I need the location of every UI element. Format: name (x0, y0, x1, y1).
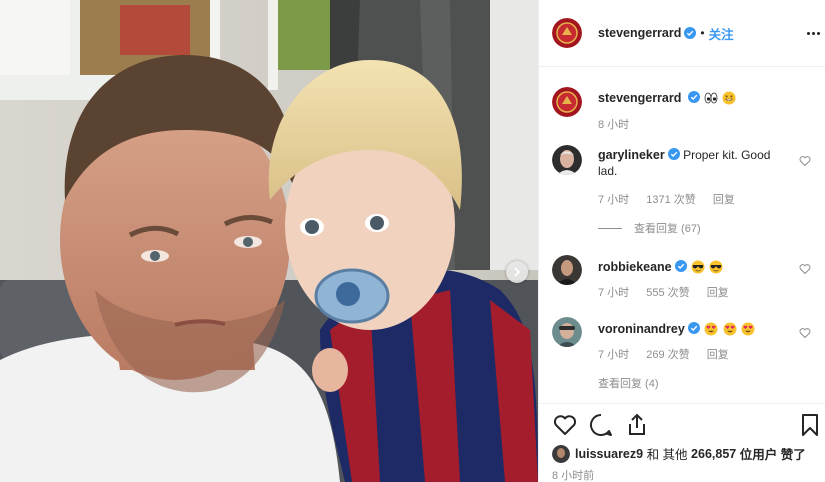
avatar-image (552, 145, 582, 175)
view-replies-button[interactable]: 查看回复 (67) (598, 220, 701, 236)
comment-like-count[interactable]: 555 次赞 (646, 287, 689, 299)
separator-dot: • (700, 26, 705, 40)
commenter-username[interactable]: garylineker (598, 148, 665, 162)
comments-list[interactable]: stevengerrard 8 小时 garylineker Proper ki… (539, 67, 825, 403)
heart-eyes-emoji-icon (723, 322, 737, 336)
author-username[interactable]: stevengerrard (598, 26, 681, 40)
reply-button[interactable]: 回复 (707, 349, 729, 361)
post-sidebar: stevengerrard • 关注 stevengerrard 8 小时 ga… (538, 0, 825, 482)
commenter-username[interactable]: voroninandrey (598, 322, 685, 336)
comment-time: 8 小时 (598, 119, 630, 131)
commenter-avatar[interactable] (552, 87, 582, 117)
follow-button[interactable]: 关注 (709, 24, 734, 43)
commenter-avatar[interactable] (552, 317, 582, 347)
likes-connector: 和 其他 (646, 448, 688, 462)
avatar-image (552, 18, 582, 48)
post-header: stevengerrard • 关注 (539, 0, 825, 67)
more-dot-icon (812, 31, 815, 35)
comment-body: stevengerrard (598, 90, 791, 106)
more-options-button[interactable] (807, 26, 823, 40)
commenter-username[interactable]: stevengerrard (598, 91, 681, 105)
reply-divider-line (598, 227, 622, 229)
comment-like-count[interactable]: 1371 次赞 (646, 194, 696, 206)
likes-summary[interactable]: luissuarez9 和 其他 266,857 位用户 赞了 (552, 444, 806, 463)
share-icon[interactable] (624, 412, 650, 438)
liker-username[interactable]: luissuarez9 (575, 447, 643, 461)
verified-badge-icon (684, 27, 697, 39)
like-comment-heart-icon[interactable] (799, 263, 811, 275)
reply-button[interactable]: 回复 (713, 194, 735, 206)
avatar-image (552, 444, 570, 463)
comment-meta: 7 小时 1371 次赞 回复 (598, 191, 749, 207)
eyes-emoji-icon (704, 92, 718, 104)
view-replies-label: 查看回复 (67) (634, 223, 701, 235)
commenter-username[interactable]: robbiekeane (598, 260, 672, 274)
sunglasses-emoji-icon (691, 260, 705, 274)
avatar-image (552, 87, 582, 117)
post-timestamp: 8 小时前 (552, 470, 595, 482)
verified-badge-icon (674, 260, 687, 272)
verified-badge-icon (687, 322, 700, 334)
chevron-right-icon (514, 267, 521, 277)
avatar-image (552, 317, 582, 347)
view-replies-label: 查看回复 (4) (598, 378, 659, 390)
comment-time: 7 小时 (598, 194, 630, 206)
more-dot-icon (807, 31, 810, 35)
comment-like-count[interactable]: 269 次赞 (646, 349, 689, 361)
verified-badge-icon (687, 91, 700, 103)
likes-suffix: 位用户 赞了 (739, 448, 806, 462)
comment-icon[interactable] (588, 412, 614, 438)
comment-time: 7 小时 (598, 287, 630, 299)
heart-icon[interactable] (552, 412, 578, 438)
comment-meta: 7 小时 269 次赞 回复 (598, 346, 743, 362)
liker-avatar[interactable] (552, 444, 570, 463)
comment-time: 7 小时 (598, 349, 630, 361)
comment-meta: 8 小时 (598, 116, 643, 132)
verified-badge-icon (667, 148, 680, 160)
grinning-emoji-icon (722, 91, 736, 105)
avatar-image (552, 255, 582, 285)
more-dot-icon (817, 31, 820, 35)
like-comment-heart-icon[interactable] (799, 155, 811, 167)
reply-button[interactable]: 回复 (707, 287, 729, 299)
comment-body: voroninandrey (598, 321, 791, 337)
post-photo[interactable] (0, 0, 538, 482)
commenter-avatar[interactable] (552, 145, 582, 175)
next-photo-button[interactable] (506, 261, 528, 283)
author-avatar[interactable] (552, 18, 582, 48)
sunglasses-emoji-icon (709, 260, 723, 274)
action-bar (552, 412, 825, 438)
heart-eyes-emoji-icon (741, 322, 755, 336)
photo-image (0, 0, 538, 482)
bookmark-icon[interactable] (797, 412, 823, 438)
view-replies-button[interactable]: 查看回复 (4) (598, 375, 659, 391)
heart-eyes-emoji-icon (704, 322, 718, 336)
comment-body: garylineker Proper kit. Good lad. (598, 147, 791, 179)
post-footer: luissuarez9 和 其他 266,857 位用户 赞了 8 小时前 (539, 403, 825, 482)
comment-meta: 7 小时 555 次赞 回复 (598, 284, 743, 300)
like-comment-heart-icon[interactable] (799, 327, 811, 339)
commenter-avatar[interactable] (552, 255, 582, 285)
like-count[interactable]: 266,857 (691, 447, 736, 461)
comment-body: robbiekeane (598, 259, 791, 275)
